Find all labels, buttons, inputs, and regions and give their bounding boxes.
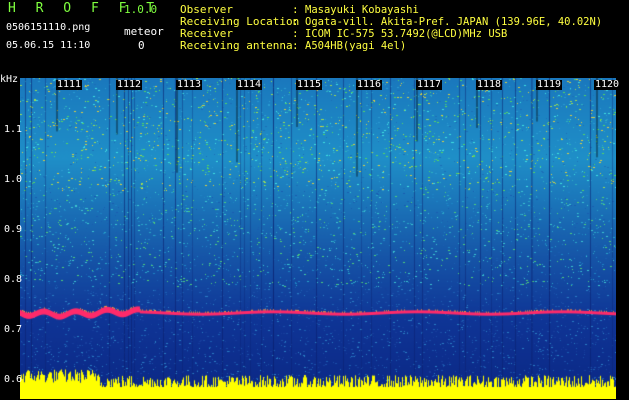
file-name: 0506151110.png [6,22,91,33]
spectrogram-canvas[interactable] [20,78,616,399]
time-label: 1118 [476,79,503,90]
time-label: 1117 [416,79,443,90]
receiver-value: ICOM IC-575 53.7492(@LCD)MHz USB [305,28,508,40]
y-tick-label: 1.0 [4,174,23,185]
time-label: 1111 [56,79,83,90]
antenna-colon: : [292,39,299,52]
spectrogram-plot[interactable] [20,78,616,399]
antenna-label: Receiving antenna [180,39,293,52]
observer-value: Masayuki Kobayashi [305,4,419,16]
datetime: 05.06.15 11:10 [6,40,91,51]
antenna-value: A504HB(yagi 4el) [305,40,407,52]
meteor-label: meteor [124,25,164,38]
time-label: 1115 [296,79,323,90]
time-label: 1114 [236,79,263,90]
y-tick-label: 0.8 [4,274,23,285]
time-label: 1120 [594,79,621,90]
y-tick-label: 0.7 [4,324,23,335]
time-label: 1116 [356,79,383,90]
app-version: 1.0.0 [124,3,158,16]
y-axis-unit: kHz [0,74,19,85]
y-tick-label: 0.9 [4,224,23,235]
meteor-count: 0 [138,39,145,52]
time-label: 1112 [116,79,143,90]
time-label: 1119 [536,79,563,90]
header-panel: H R O F F T 1.0.0 0506151110.png meteor … [0,0,629,60]
y-tick-label: 0.6 [4,374,23,385]
time-label: 1113 [176,79,203,90]
location-value: Ogata-vill. Akita-Pref. JAPAN (139.96E, … [305,16,603,28]
y-tick-label: 1.1 [4,124,23,135]
